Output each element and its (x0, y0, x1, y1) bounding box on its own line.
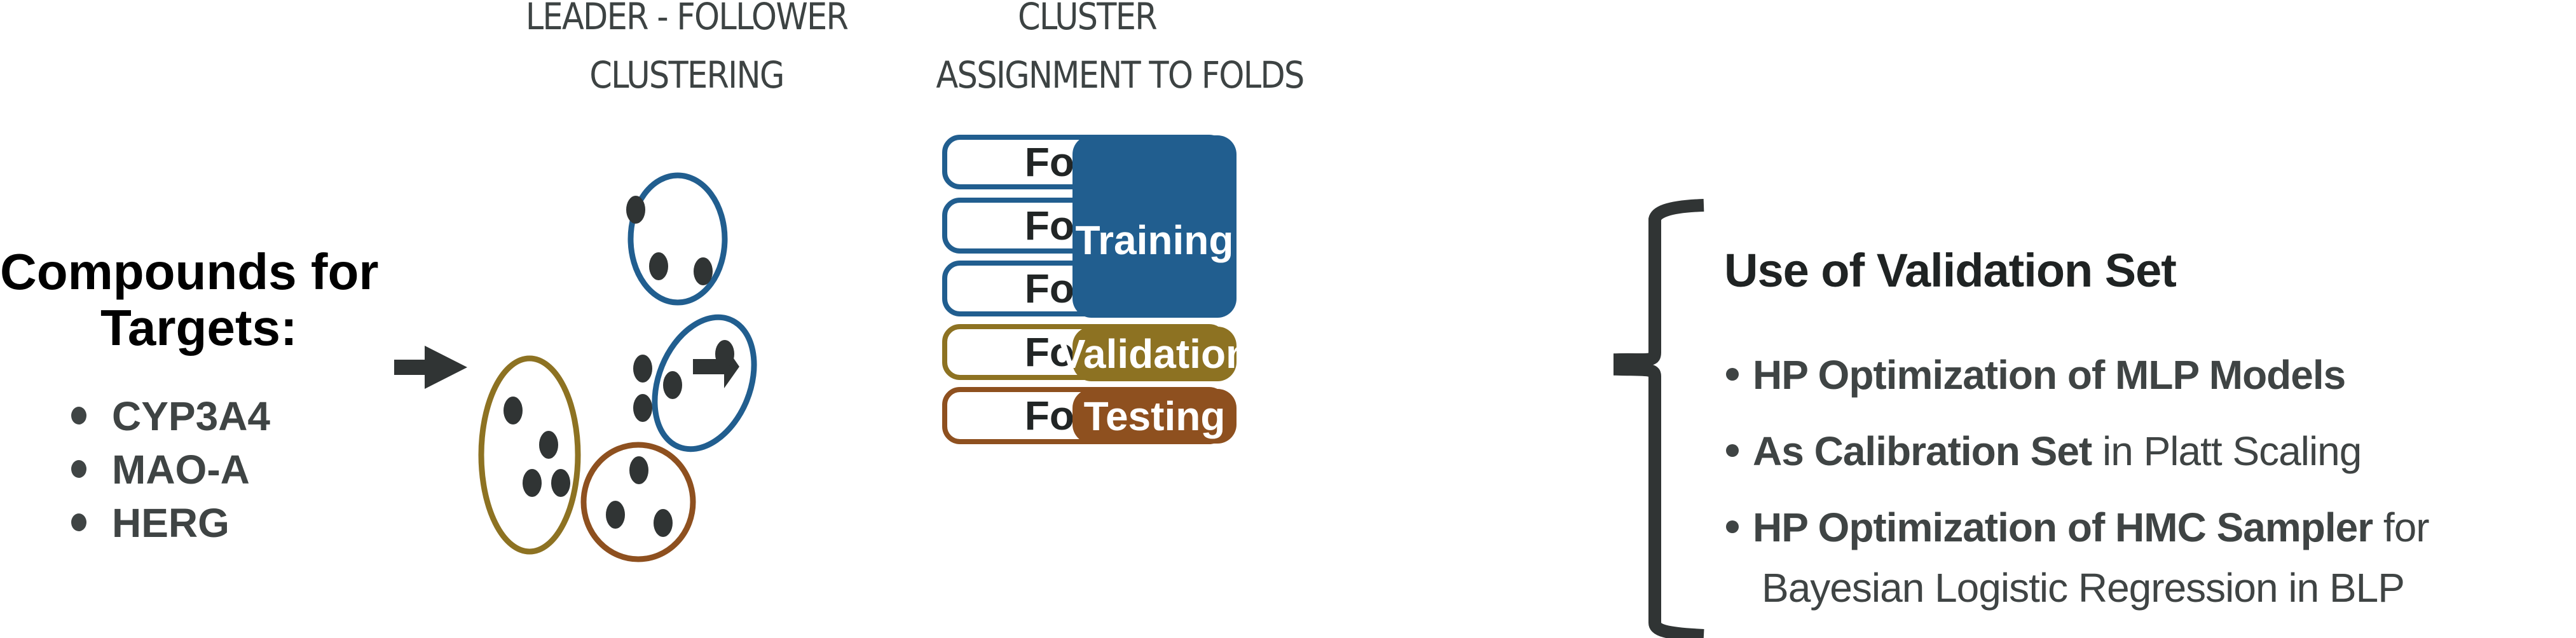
compound-point (633, 394, 652, 422)
validation-use-item: As Calibration Set in Platt Scaling (1726, 428, 2362, 475)
bullet-icon (1726, 520, 1739, 534)
training-label: Training (1075, 217, 1234, 263)
cluster-2 (633, 314, 757, 452)
compound-point (626, 196, 645, 224)
cluster-4 (580, 442, 696, 562)
curly-brace-icon (1613, 199, 1704, 638)
validation-label: Validation (1058, 331, 1251, 377)
item-normal-text: in Platt Scaling (2092, 428, 2362, 474)
bullet-icon (1726, 368, 1739, 381)
arrow-right-icon (394, 346, 467, 389)
compound-point (633, 355, 652, 383)
bullet-icon (1726, 444, 1739, 458)
compound-point (629, 456, 648, 484)
compound-point (694, 257, 713, 285)
training-block: Training (1072, 135, 1237, 318)
item-bold-text: HP Optimization of HMC Sampler (1753, 505, 2373, 550)
compound-point (539, 431, 558, 459)
compound-point (715, 340, 734, 368)
validation-use-item-continuation: Bayesian Logistic Regression in BLP (1762, 565, 2405, 611)
validation-use-item: HP Optimization of HMC Sampler for (1726, 504, 2430, 551)
cluster-3 (478, 355, 581, 555)
validation-use-title: Use of Validation Set (1724, 244, 2177, 297)
item-bold-text: As Calibration Set (1753, 428, 2092, 474)
compound-point (606, 501, 625, 529)
compound-point (649, 252, 668, 280)
testing-label: Testing (1083, 393, 1226, 439)
testing-block: Testing (1072, 389, 1237, 444)
compound-point (523, 469, 542, 497)
item-bold-text: HP Optimization of MLP Models (1753, 352, 2346, 398)
validation-use-item: HP Optimization of MLP Models (1726, 351, 2346, 398)
compound-point (663, 371, 682, 399)
compound-point (654, 509, 673, 537)
compound-point (504, 397, 523, 424)
compound-point (551, 469, 570, 497)
item-normal-text: for (2373, 505, 2430, 550)
cluster-1 (626, 172, 728, 306)
validation-block: Validation (1058, 327, 1250, 381)
